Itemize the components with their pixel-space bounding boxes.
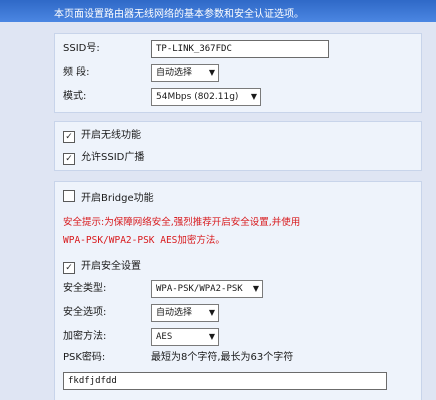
chevron-down-icon: ▼ [208, 332, 215, 341]
ssid-broadcast-label: 允许SSID广播 [81, 152, 145, 163]
page-intro: 本页面设置路由器无线网络的基本参数和安全认证选项。 [54, 9, 304, 20]
mode-label: 模式: [63, 91, 87, 102]
encryption-select[interactable]: AES ▼ [151, 328, 219, 346]
security-warning-line2: WPA-PSK/WPA2-PSK AES加密方法。 [63, 235, 225, 246]
security-type-select[interactable]: WPA-PSK/WPA2-PSK ▼ [151, 280, 263, 298]
security-panel: 开启Bridge功能 安全提示:为保障网络安全,强烈推荐开启安全设置,并使用 W… [54, 181, 422, 400]
basic-settings-panel: SSID号: TP-LINK_367FDC 频 段: 自动选择 ▼ 模式: 54… [54, 33, 422, 113]
channel-label: 频 段: [63, 67, 90, 78]
psk-hint: 最短为8个字符,最长为63个字符 [151, 352, 294, 363]
channel-select-value: 自动选择 [156, 68, 193, 78]
enable-security-checkbox[interactable]: ✓ [63, 262, 75, 274]
ssid-broadcast-option[interactable]: ✓ 允许SSID广播 [63, 150, 144, 166]
security-option-label: 安全选项: [63, 307, 107, 318]
channel-select[interactable]: 自动选择 ▼ [151, 64, 219, 82]
security-type-label: 安全类型: [63, 283, 107, 294]
wireless-toggles-panel: ✓ 开启无线功能 ✓ 允许SSID广播 [54, 121, 422, 171]
security-option-value: 自动选择 [156, 308, 193, 318]
enable-wireless-checkbox[interactable]: ✓ [63, 131, 75, 143]
enable-security-option[interactable]: ✓ 开启安全设置 [63, 259, 141, 275]
security-type-value: WPA-PSK/WPA2-PSK [156, 284, 243, 294]
chevron-down-icon: ▼ [208, 308, 215, 317]
security-option-select[interactable]: 自动选择 ▼ [151, 304, 219, 322]
encryption-label: 加密方法: [63, 331, 107, 342]
ssid-input[interactable]: TP-LINK_367FDC [151, 40, 329, 58]
psk-label: PSK密码: [63, 352, 106, 363]
mode-select-value: 54Mbps (802.11g) [156, 92, 239, 102]
ssid-broadcast-checkbox[interactable]: ✓ [63, 153, 75, 165]
ssid-label: SSID号: [63, 43, 100, 54]
enable-wireless-label: 开启无线功能 [81, 130, 141, 141]
enable-security-label: 开启安全设置 [81, 261, 141, 272]
bridge-option[interactable]: 开启Bridge功能 [63, 190, 154, 206]
chevron-down-icon: ▼ [250, 92, 257, 101]
encryption-value: AES [156, 332, 173, 342]
chevron-down-icon: ▼ [252, 284, 259, 293]
bridge-label: 开启Bridge功能 [81, 193, 154, 204]
psk-input[interactable]: fkdfjdfdd [63, 372, 387, 390]
enable-wireless-option[interactable]: ✓ 开启无线功能 [63, 128, 141, 144]
mode-select[interactable]: 54Mbps (802.11g) ▼ [151, 88, 261, 106]
chevron-down-icon: ▼ [208, 68, 215, 77]
bridge-checkbox[interactable] [63, 190, 75, 202]
security-warning-line1: 安全提示:为保障网络安全,强烈推荐开启安全设置,并使用 [63, 217, 301, 228]
